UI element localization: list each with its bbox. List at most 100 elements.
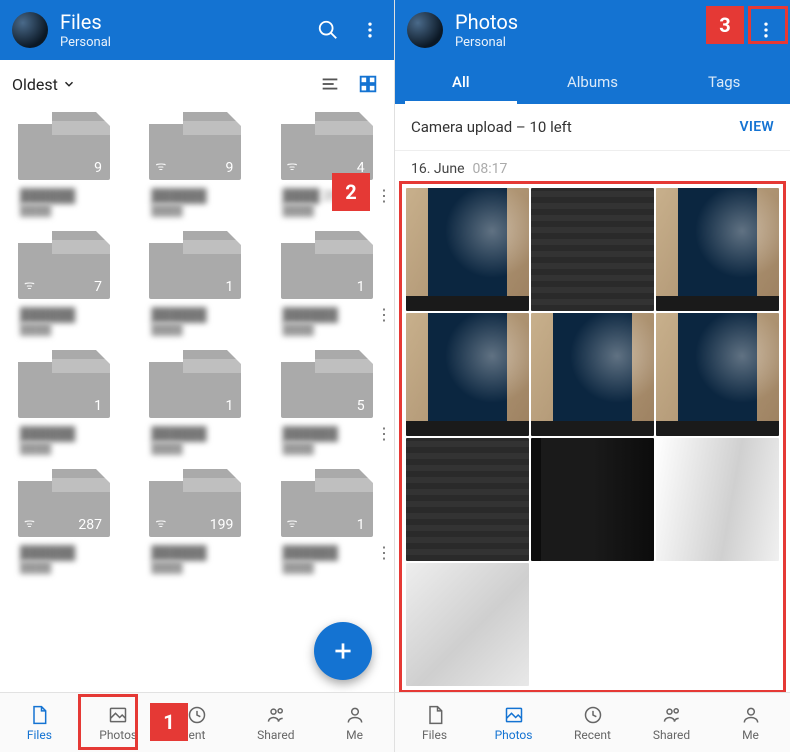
folder-name: ██████ [8,424,131,442]
folder-item[interactable]: ᯤ 287 ██████ ████ [8,463,131,574]
folder-count: 1 [357,517,365,533]
folder-count: 9 [225,160,233,176]
shared-icon: ᯤ [155,157,166,174]
folder-item[interactable]: 5 ██████ ████ ⋮ [271,344,394,455]
sort-label: Oldest [12,75,58,94]
search-icon[interactable] [316,18,340,42]
sort-bar: Oldest [0,60,394,106]
folder-sub: ████ [271,561,394,574]
shared-icon: ᯤ [287,157,298,174]
photo-thumb[interactable] [406,188,529,311]
nav-label: Me [346,728,363,742]
photo-thumb[interactable] [656,313,779,436]
folder-item[interactable]: 1 ██████ ████ ⋮ [271,225,394,336]
tab-all[interactable]: All [395,60,527,104]
nav-label: Files [422,728,447,742]
nav-recent[interactable]: Recent [553,693,632,752]
nav-photos[interactable]: Photos [474,693,553,752]
shared-icon: ᯤ [24,514,35,531]
nav-shared[interactable]: Shared [632,693,711,752]
photo-thumb[interactable] [406,313,529,436]
folder-name: ██████ [8,543,131,561]
folder-item[interactable]: 9 ██████ ████ [8,106,131,217]
tab-tags[interactable]: Tags [658,60,790,104]
nav-label: ent [189,728,206,742]
avatar[interactable] [12,12,48,48]
photo-tabs: All Albums Tags [395,60,790,104]
folder-item[interactable]: ᯤ 9 ██████ ████ [139,106,262,217]
photo-thumb[interactable] [531,438,654,561]
folder-item[interactable]: 1 ██████ ████ [139,344,262,455]
photo-icon [503,704,525,726]
photo-thumb[interactable] [531,188,654,311]
folder-sub: ████ [8,442,131,455]
folder-item[interactable]: ᯤ 199 ██████ ████ [139,463,262,574]
folder-item[interactable]: ᯤ 7 ██████ ████ [8,225,131,336]
nav-label: Me [742,728,759,742]
folder-item[interactable]: 1 ██████ ████ [139,225,262,336]
nav-label: Shared [257,728,294,742]
view-list-icon[interactable] [316,70,344,98]
folder-sub: ████ [8,561,131,574]
photo-thumb[interactable] [656,438,779,561]
folder-count: 1 [357,279,365,295]
folder-sub: ████ [271,323,394,336]
folder-count: 1 [94,398,102,414]
row-more-icon[interactable]: ⋮ [376,424,392,443]
photos-screen: Photos Personal All Albums Tags Camera u… [395,0,790,752]
photo-thumb[interactable] [406,563,529,686]
screen-title: Files [60,10,316,34]
row-more-icon[interactable]: ⋮ [376,305,392,324]
avatar[interactable] [407,12,443,48]
person-icon [344,704,366,726]
photo-thumb[interactable] [406,438,529,561]
folder-sub: ████ [139,204,262,217]
folder-count: 287 [78,517,102,533]
folder-name: ██████ [8,186,131,204]
folder-item[interactable]: 1 ██████ ████ [8,344,131,455]
folder-count: 9 [94,160,102,176]
date-header: 16. June08:17 [395,151,790,181]
folder-name: ██████ [139,543,262,561]
clock-icon [186,704,208,726]
folder-sub: ████ [139,442,262,455]
callout-2: 2 [332,173,370,211]
folder-sub: ████ [8,323,131,336]
more-vert-icon[interactable] [358,18,382,42]
more-vert-icon[interactable] [754,18,778,42]
folder-name: ██████ [139,424,262,442]
folder-sub: ████ [271,442,394,455]
folder-name: ██████ [139,186,262,204]
nav-label: Recent [574,728,611,742]
photo-thumb[interactable] [656,188,779,311]
nav-files[interactable]: Files [0,693,79,752]
nav-shared[interactable]: Shared [236,693,315,752]
upload-status: Camera upload – 10 left [411,118,572,136]
nav-me[interactable]: Me [711,693,790,752]
shared-icon: ᯤ [155,514,166,531]
upload-view-button[interactable]: VIEW [739,119,774,135]
tab-albums[interactable]: Albums [527,60,659,104]
photo-grid [406,188,779,686]
person-icon [740,704,762,726]
bottom-nav-left: Files Photos ent Shared Me [0,692,394,752]
callout-box-photo-grid [399,181,786,693]
camera-upload-row: Camera upload – 10 left VIEW [395,104,790,151]
folder-count: 5 [357,398,365,414]
nav-label: Shared [653,728,690,742]
folder-item[interactable]: ᯤ 1 ██████ ████ ⋮ [271,463,394,574]
photo-thumb[interactable] [531,313,654,436]
callout-1: 1 [150,703,188,741]
topbar-files: Files Personal [0,0,394,60]
view-grid-icon[interactable] [354,70,382,98]
row-more-icon[interactable]: ⋮ [376,543,392,562]
file-icon [28,704,50,726]
folder-count: 1 [225,279,233,295]
sort-selector[interactable]: Oldest [12,75,76,94]
chevron-down-icon [62,77,76,91]
clock-icon [582,704,604,726]
nav-files[interactable]: Files [395,693,474,752]
nav-me[interactable]: Me [315,693,394,752]
row-more-icon[interactable]: ⋮ [376,186,392,205]
add-fab[interactable] [314,622,372,680]
